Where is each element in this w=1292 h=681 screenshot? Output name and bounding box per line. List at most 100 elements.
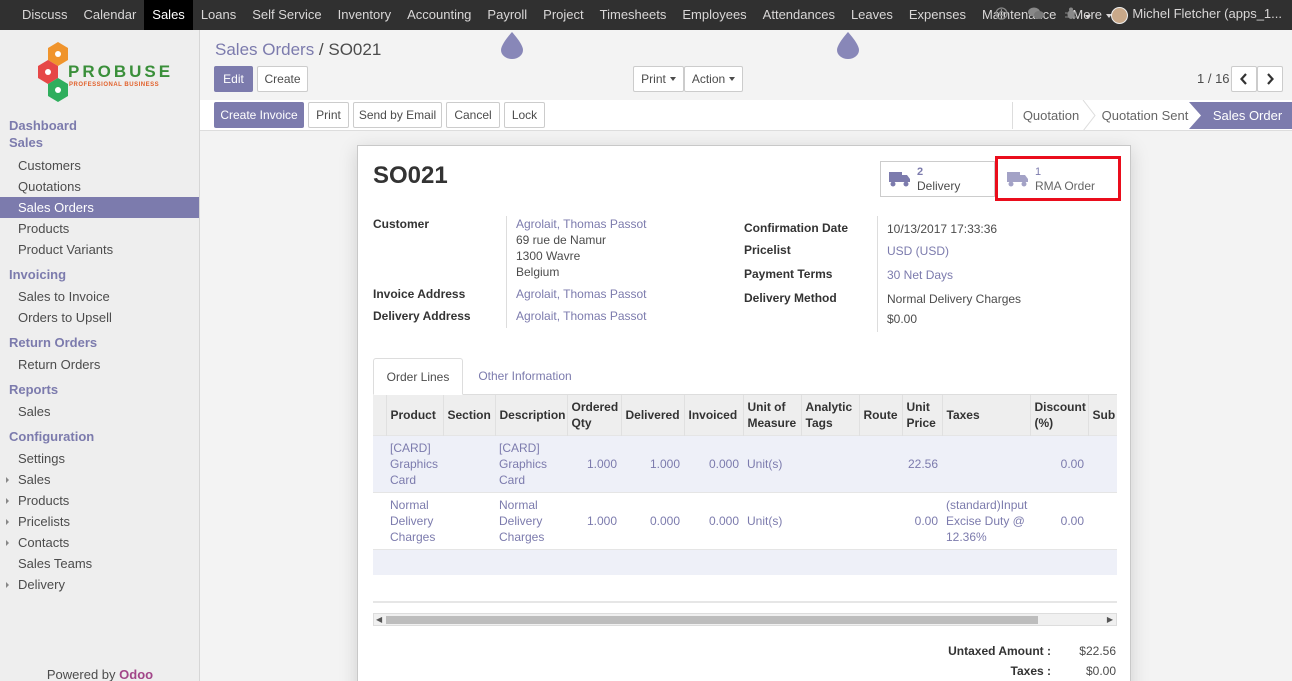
print-button[interactable]: Print <box>308 102 349 128</box>
pager-previous-button[interactable] <box>1231 66 1257 92</box>
menu-accounting[interactable]: Accounting <box>399 0 479 30</box>
sidebar-item-delivery[interactable]: Delivery <box>0 574 199 595</box>
sidebar-item-return-orders[interactable]: Return Orders <box>0 354 199 375</box>
cell-invoiced[interactable]: 0.000 <box>684 435 743 493</box>
sidebar-item-reports-sales[interactable]: Sales <box>0 401 199 422</box>
cell-ordered-qty[interactable]: 1.000 <box>567 435 621 493</box>
menu-leaves[interactable]: Leaves <box>843 0 901 30</box>
sidebar-item-product-variants[interactable]: Product Variants <box>0 239 199 260</box>
sidebar-item-config-products[interactable]: Products <box>0 490 199 511</box>
menu-project[interactable]: Project <box>535 0 591 30</box>
scrollbar-thumb[interactable] <box>386 616 1038 624</box>
invoice-address-link[interactable]: Agrolait, Thomas Passot <box>516 286 647 302</box>
sidebar-section-sales[interactable]: Sales <box>0 134 199 152</box>
sidebar-item-orders-to-upsell[interactable]: Orders to Upsell <box>0 307 199 328</box>
create-invoice-button[interactable]: Create Invoice <box>214 102 304 128</box>
column-header[interactable]: Sub <box>1088 395 1117 436</box>
cell-delivered[interactable]: 1.000 <box>621 435 684 493</box>
horizontal-scrollbar[interactable]: ◀ ▶ <box>373 613 1117 626</box>
menu-expenses[interactable]: Expenses <box>901 0 974 30</box>
column-header[interactable]: Ordered Qty <box>567 395 622 436</box>
column-header[interactable]: Route <box>859 395 903 436</box>
scroll-left-icon[interactable]: ◀ <box>376 615 382 624</box>
cell-subtotal[interactable] <box>1088 492 1117 550</box>
user-menu[interactable]: Michel Fletcher (apps_1... <box>1101 6 1292 24</box>
scroll-right-icon[interactable]: ▶ <box>1107 615 1113 624</box>
sidebar-item-products[interactable]: Products <box>0 218 199 239</box>
at-sign-icon[interactable] <box>985 7 1018 23</box>
menu-employees[interactable]: Employees <box>674 0 754 30</box>
sidebar-item-sales-to-invoice[interactable]: Sales to Invoice <box>0 286 199 307</box>
cancel-button[interactable]: Cancel <box>446 102 500 128</box>
cell-uom[interactable]: Unit(s) <box>743 492 801 550</box>
pager-value[interactable]: 1 / 16 <box>1197 71 1230 86</box>
table-row[interactable]: [CARD] Graphics Card [CARD] Graphics Car… <box>373 435 1117 493</box>
print-dropdown[interactable]: Print <box>633 66 684 92</box>
edit-button[interactable]: Edit <box>214 66 253 92</box>
delivery-smart-button[interactable]: 2 Delivery <box>880 161 995 197</box>
sidebar-item-sales-teams[interactable]: Sales Teams <box>0 553 199 574</box>
action-dropdown[interactable]: Action <box>684 66 743 92</box>
tab-other-information[interactable]: Other Information <box>469 358 581 395</box>
menu-sales[interactable]: Sales <box>144 0 193 30</box>
column-header[interactable]: Product <box>386 395 444 436</box>
odoo-link[interactable]: Odoo <box>119 667 153 681</box>
sidebar-item-pricelists[interactable]: Pricelists <box>0 511 199 532</box>
cell-taxes[interactable]: (standard)Input Excise Duty @ 12.36% <box>942 492 1030 550</box>
cell-unit-price[interactable]: 22.56 <box>902 435 942 493</box>
pager-next-button[interactable] <box>1257 66 1283 92</box>
column-header[interactable]: Discount (%) <box>1030 395 1089 436</box>
table-row[interactable]: Normal Delivery Charges Normal Delivery … <box>373 492 1117 550</box>
sidebar-section-configuration[interactable]: Configuration <box>0 422 199 448</box>
stage-sales-order[interactable]: Sales Order <box>1203 102 1292 129</box>
menu-discuss[interactable]: Discuss <box>14 0 76 30</box>
cell-subtotal[interactable] <box>1088 435 1117 493</box>
column-header[interactable]: Unit Price <box>902 395 943 436</box>
delivery-address-link[interactable]: Agrolait, Thomas Passot <box>516 308 647 324</box>
payment-terms-link[interactable]: 30 Net Days <box>887 267 953 283</box>
menu-attendances[interactable]: Attendances <box>755 0 843 30</box>
menu-payroll[interactable]: Payroll <box>479 0 535 30</box>
column-header[interactable]: Unit of Measure <box>743 395 802 436</box>
sidebar-item-settings[interactable]: Settings <box>0 448 199 469</box>
sidebar-item-quotations[interactable]: Quotations <box>0 176 199 197</box>
sidebar-section-return-orders[interactable]: Return Orders <box>0 328 199 354</box>
cell-analytic-tags[interactable] <box>801 492 859 550</box>
sidebar-item-config-sales[interactable]: Sales <box>0 469 199 490</box>
cell-analytic-tags[interactable] <box>801 435 859 493</box>
column-header[interactable]: Analytic Tags <box>801 395 860 436</box>
cell-invoiced[interactable]: 0.000 <box>684 492 743 550</box>
send-by-email-button[interactable]: Send by Email <box>353 102 442 128</box>
breadcrumb-sales-orders[interactable]: Sales Orders <box>215 40 314 59</box>
lock-button[interactable]: Lock <box>504 102 545 128</box>
cell-uom[interactable]: Unit(s) <box>743 435 801 493</box>
create-button[interactable]: Create <box>257 66 308 92</box>
cell-description[interactable]: [CARD] Graphics Card <box>495 435 567 493</box>
column-header[interactable]: Taxes <box>942 395 1031 436</box>
cell-route[interactable] <box>859 492 902 550</box>
cell-taxes[interactable] <box>942 435 1030 493</box>
customer-link[interactable]: Agrolait, Thomas Passot <box>516 216 647 232</box>
cell-section[interactable] <box>443 435 495 493</box>
sidebar-section-reports[interactable]: Reports <box>0 375 199 401</box>
cell-section[interactable] <box>443 492 495 550</box>
cell-description[interactable]: Normal Delivery Charges <box>495 492 567 550</box>
cell-product[interactable]: Normal Delivery Charges <box>386 492 443 550</box>
cell-route[interactable] <box>859 435 902 493</box>
chat-icon[interactable] <box>1018 7 1054 23</box>
sidebar-section-dashboard[interactable]: Dashboard <box>0 118 199 134</box>
menu-self-service[interactable]: Self Service <box>244 0 329 30</box>
bug-icon[interactable] <box>1054 7 1102 23</box>
menu-timesheets[interactable]: Timesheets <box>592 0 675 30</box>
sidebar-section-invoicing[interactable]: Invoicing <box>0 260 199 286</box>
cell-delivered[interactable]: 0.000 <box>621 492 684 550</box>
sidebar-item-customers[interactable]: Customers <box>0 155 199 176</box>
sidebar-item-contacts[interactable]: Contacts <box>0 532 199 553</box>
cell-unit-price[interactable]: 0.00 <box>902 492 942 550</box>
sidebar-item-sales-orders[interactable]: Sales Orders <box>0 197 199 218</box>
stage-quotation-sent[interactable]: Quotation Sent <box>1096 102 1194 129</box>
pricelist-link[interactable]: USD (USD) <box>887 243 949 259</box>
column-header[interactable]: Delivered <box>621 395 685 436</box>
cell-discount[interactable]: 0.00 <box>1030 492 1088 550</box>
cell-product[interactable]: [CARD] Graphics Card <box>386 435 443 493</box>
